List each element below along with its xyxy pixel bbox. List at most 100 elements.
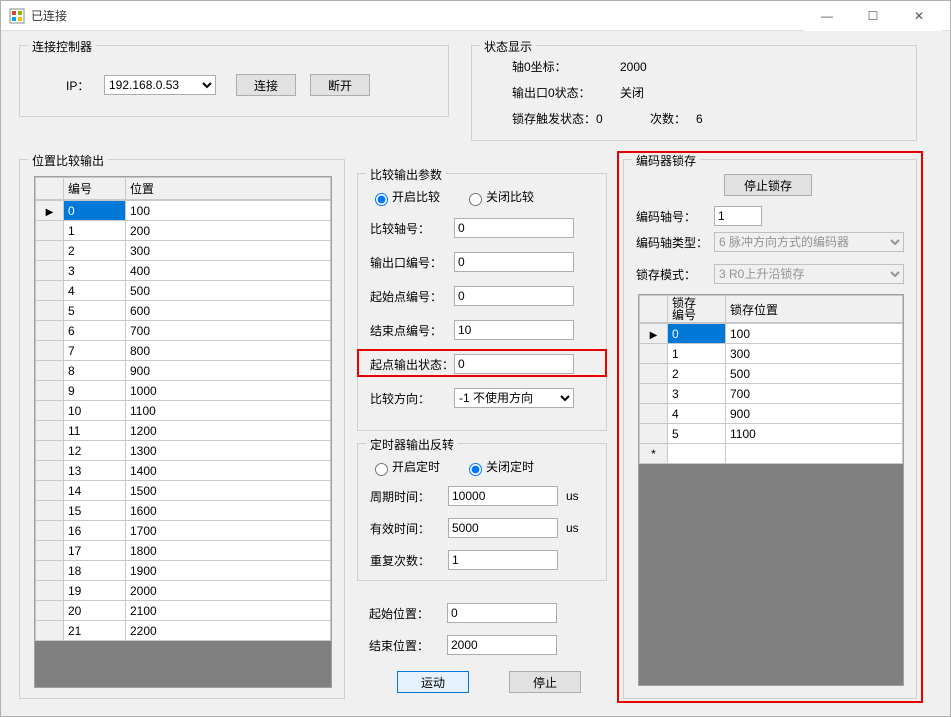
- table-row[interactable]: 171800: [36, 541, 331, 561]
- connect-button[interactable]: 连接: [236, 74, 296, 96]
- cell-id[interactable]: 15: [64, 501, 126, 521]
- cell-pos[interactable]: 1400: [126, 461, 331, 481]
- cell-id[interactable]: 18: [64, 561, 126, 581]
- cell-id[interactable]: 1: [668, 344, 726, 364]
- latch-grid-col-id[interactable]: 锁存 编号: [668, 296, 726, 323]
- minimize-button[interactable]: —: [804, 1, 850, 31]
- compare-off-radio[interactable]: 关闭比较: [464, 188, 534, 206]
- cell-pos[interactable]: 100: [726, 324, 903, 344]
- table-row[interactable]: 111200: [36, 421, 331, 441]
- latch-grid-scroll[interactable]: ▶0100130025003700490051100*: [639, 323, 903, 685]
- cell-id[interactable]: 3: [668, 384, 726, 404]
- table-row[interactable]: ▶0100: [36, 201, 331, 221]
- run-button[interactable]: 运动: [397, 671, 469, 693]
- timer-on-radio[interactable]: 开启定时: [370, 458, 440, 476]
- cell-pos[interactable]: 300: [126, 241, 331, 261]
- table-row[interactable]: 51100: [640, 424, 903, 444]
- timer-off-radio[interactable]: 关闭定时: [464, 458, 534, 476]
- position-grid-col-pos[interactable]: 位置: [126, 178, 331, 200]
- effective-time-input[interactable]: [448, 518, 558, 538]
- cell-id[interactable]: 13: [64, 461, 126, 481]
- cell-id[interactable]: 16: [64, 521, 126, 541]
- table-row[interactable]: 202100: [36, 601, 331, 621]
- cell-pos[interactable]: 1200: [126, 421, 331, 441]
- cell-pos[interactable]: 1000: [126, 381, 331, 401]
- cell-pos[interactable]: 700: [726, 384, 903, 404]
- compare-dir-select[interactable]: -1 不使用方向: [454, 388, 574, 408]
- cell-id[interactable]: 7: [64, 341, 126, 361]
- close-button[interactable]: ✕: [896, 1, 942, 31]
- start-pos-input[interactable]: [447, 603, 557, 623]
- table-row[interactable]: 161700: [36, 521, 331, 541]
- cell-pos[interactable]: 500: [126, 281, 331, 301]
- cell-id[interactable]: 0: [64, 201, 126, 221]
- cell-id[interactable]: 1: [64, 221, 126, 241]
- latch-grid[interactable]: 锁存 编号 锁存位置 ▶0100130025003700490051100*: [638, 294, 904, 686]
- cell-pos[interactable]: 2200: [126, 621, 331, 641]
- cell-id[interactable]: 0: [668, 324, 726, 344]
- cell-pos[interactable]: 700: [126, 321, 331, 341]
- cell-id[interactable]: 14: [64, 481, 126, 501]
- cell-id[interactable]: 6: [64, 321, 126, 341]
- compare-on-radio[interactable]: 开启比较: [370, 188, 440, 206]
- cell-pos[interactable]: 100: [126, 201, 331, 221]
- table-row-new[interactable]: *: [640, 444, 903, 464]
- cell-pos[interactable]: 600: [126, 301, 331, 321]
- cell-id[interactable]: 5: [668, 424, 726, 444]
- cell-pos[interactable]: 900: [126, 361, 331, 381]
- table-row[interactable]: 101100: [36, 401, 331, 421]
- outport-num-input[interactable]: [454, 252, 574, 272]
- cell-id[interactable]: 11: [64, 421, 126, 441]
- table-row[interactable]: 3700: [640, 384, 903, 404]
- cell-pos[interactable]: 1100: [726, 424, 903, 444]
- end-pos-input[interactable]: [447, 635, 557, 655]
- cell-pos[interactable]: 400: [126, 261, 331, 281]
- position-grid-scroll[interactable]: ▶010012002300340045005600670078008900910…: [35, 200, 331, 687]
- repeat-count-input[interactable]: [448, 550, 558, 570]
- table-row[interactable]: 4900: [640, 404, 903, 424]
- maximize-button[interactable]: ☐: [850, 1, 896, 31]
- cell-pos[interactable]: 2100: [126, 601, 331, 621]
- table-row[interactable]: 1300: [640, 344, 903, 364]
- table-row[interactable]: 2500: [640, 364, 903, 384]
- table-row[interactable]: 131400: [36, 461, 331, 481]
- position-grid[interactable]: 编号 位置 ▶010012002300340045005600670078008…: [34, 176, 332, 688]
- cell-pos[interactable]: 1500: [126, 481, 331, 501]
- table-row[interactable]: 7800: [36, 341, 331, 361]
- table-row[interactable]: 1200: [36, 221, 331, 241]
- table-row[interactable]: 5600: [36, 301, 331, 321]
- stop-button[interactable]: 停止: [509, 671, 581, 693]
- cell-pos[interactable]: 900: [726, 404, 903, 424]
- cycle-time-input[interactable]: [448, 486, 558, 506]
- cell-id[interactable]: 2: [668, 364, 726, 384]
- cell-pos[interactable]: 1700: [126, 521, 331, 541]
- table-row[interactable]: 8900: [36, 361, 331, 381]
- table-row[interactable]: 3400: [36, 261, 331, 281]
- endpt-num-input[interactable]: [454, 320, 574, 340]
- cell-pos[interactable]: 1300: [126, 441, 331, 461]
- cell-id[interactable]: 3: [64, 261, 126, 281]
- table-row[interactable]: 91000: [36, 381, 331, 401]
- startpt-num-input[interactable]: [454, 286, 574, 306]
- compare-axis-input[interactable]: [454, 218, 574, 238]
- cell-id[interactable]: 4: [64, 281, 126, 301]
- table-row[interactable]: 6700: [36, 321, 331, 341]
- cell-pos[interactable]: 2000: [126, 581, 331, 601]
- table-row[interactable]: 4500: [36, 281, 331, 301]
- cell-id[interactable]: 5: [64, 301, 126, 321]
- cell-id[interactable]: [668, 444, 726, 464]
- table-row[interactable]: 212200: [36, 621, 331, 641]
- cell-id[interactable]: 10: [64, 401, 126, 421]
- cell-id[interactable]: 4: [668, 404, 726, 424]
- latch-grid-col-pos[interactable]: 锁存位置: [726, 296, 903, 323]
- cell-pos[interactable]: 1600: [126, 501, 331, 521]
- position-grid-col-id[interactable]: 编号: [64, 178, 126, 200]
- cell-pos[interactable]: 1800: [126, 541, 331, 561]
- cell-id[interactable]: 2: [64, 241, 126, 261]
- cell-id[interactable]: 17: [64, 541, 126, 561]
- cell-pos[interactable]: 1900: [126, 561, 331, 581]
- table-row[interactable]: 151600: [36, 501, 331, 521]
- table-row[interactable]: 2300: [36, 241, 331, 261]
- cell-id[interactable]: 20: [64, 601, 126, 621]
- table-row[interactable]: 121300: [36, 441, 331, 461]
